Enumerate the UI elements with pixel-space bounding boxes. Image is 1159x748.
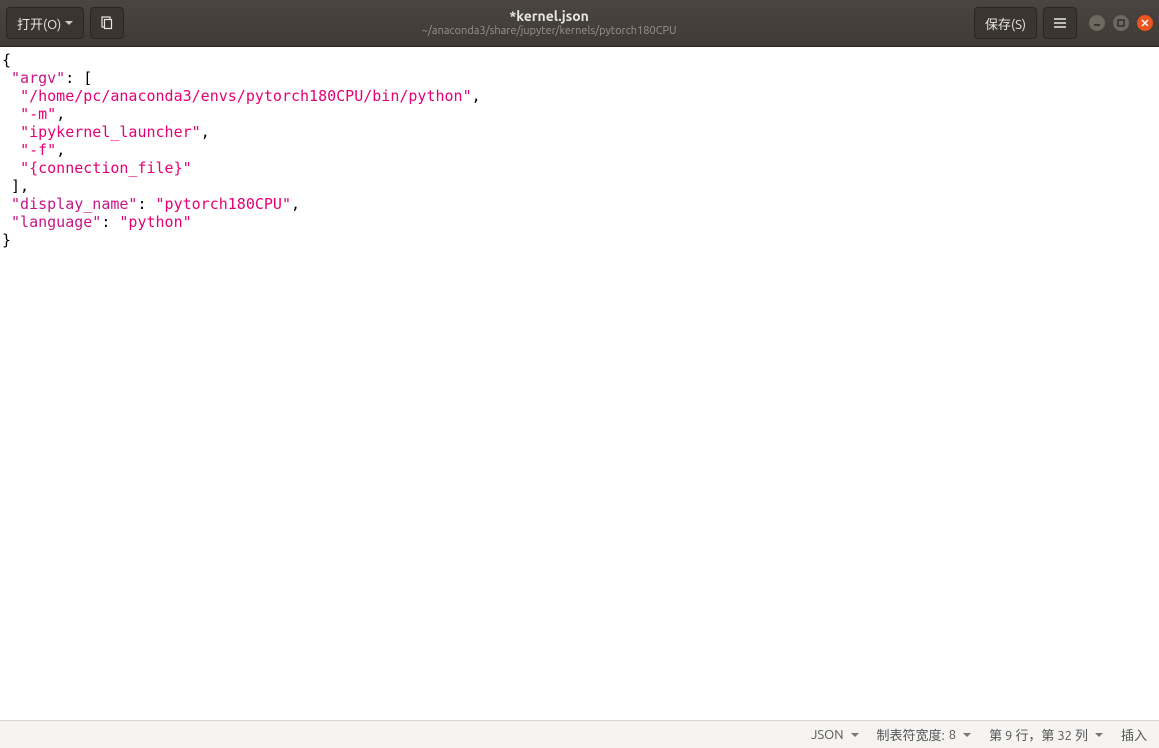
document-title: *kernel.json (509, 8, 589, 25)
code-line: "argv": [ (2, 69, 1157, 87)
close-icon (1141, 19, 1149, 27)
code-line: ], (2, 177, 1157, 195)
code-line: "/home/pc/anaconda3/envs/pytorch180CPU/b… (2, 87, 1157, 105)
language-label: JSON (811, 728, 844, 742)
tab-width-value: 8 (949, 728, 956, 742)
code-line: "{connection_file}" (2, 159, 1157, 177)
window-controls (1089, 15, 1153, 31)
new-tab-button[interactable] (90, 7, 124, 39)
cursor-position[interactable]: 第 9 行，第 32 列 (989, 725, 1103, 744)
code-line: { (2, 51, 1157, 69)
minimize-icon (1093, 19, 1101, 27)
statusbar: JSON 制表符宽度: 8 第 9 行，第 32 列 插入 (0, 720, 1159, 748)
insert-mode-label: 插入 (1121, 725, 1147, 744)
document-new-icon (99, 15, 115, 31)
code-line: } (2, 231, 1157, 249)
insert-mode[interactable]: 插入 (1121, 725, 1147, 744)
text-editor[interactable]: { "argv": [ "/home/pc/anaconda3/envs/pyt… (0, 47, 1159, 720)
titlebar: 打开(O) *kernel.json ~/anaconda3/share/jup… (0, 0, 1159, 47)
open-button[interactable]: 打开(O) (6, 7, 84, 39)
code-line: "-f", (2, 141, 1157, 159)
cursor-position-label: 第 9 行，第 32 列 (989, 725, 1088, 744)
tab-width-label: 制表符宽度: (877, 725, 945, 744)
code-line: "ipykernel_launcher", (2, 123, 1157, 141)
window-maximize-button[interactable] (1113, 15, 1129, 31)
hamburger-icon (1052, 15, 1068, 31)
chevron-down-icon (963, 733, 971, 737)
save-button[interactable]: 保存(S) (974, 7, 1037, 39)
window-minimize-button[interactable] (1089, 15, 1105, 31)
chevron-down-icon (1095, 733, 1103, 737)
document-path: ~/anaconda3/share/jupyter/kernels/pytorc… (422, 25, 677, 38)
code-line: "language": "python" (2, 213, 1157, 231)
save-label: 保存(S) (985, 14, 1026, 33)
tab-width-selector[interactable]: 制表符宽度: 8 (877, 725, 972, 744)
hamburger-menu-button[interactable] (1043, 7, 1077, 39)
window-close-button[interactable] (1137, 15, 1153, 31)
code-line: "display_name": "pytorch180CPU", (2, 195, 1157, 213)
chevron-down-icon (65, 21, 73, 25)
title-center: *kernel.json ~/anaconda3/share/jupyter/k… (130, 8, 968, 38)
chevron-down-icon (851, 733, 859, 737)
open-label: 打开(O) (17, 14, 61, 33)
language-selector[interactable]: JSON (811, 728, 859, 742)
maximize-icon (1117, 19, 1125, 27)
code-line: "-m", (2, 105, 1157, 123)
